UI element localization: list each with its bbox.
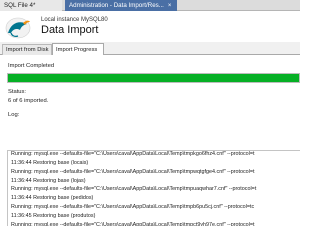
- tab-data-import[interactable]: Administration - Data Import/Res... ×: [65, 0, 177, 11]
- tab-import-from-disk[interactable]: Import from Disk: [2, 44, 52, 55]
- tab-data-import-label: Administration - Data Import/Res...: [69, 2, 164, 9]
- instance-name: Local instance MySQL80: [41, 17, 108, 23]
- log-line: 11:36:44 Restoring base (lojas): [11, 177, 86, 184]
- import-progress-bar: [7, 73, 300, 83]
- mysql-dolphin-icon: [5, 17, 31, 39]
- import-subtabs: Import from Disk Import Progress: [0, 42, 300, 56]
- document-tab-strip: SQL File 4* Administration - Data Import…: [0, 0, 300, 11]
- log-label: Log:: [8, 112, 20, 118]
- status-label: Status:: [8, 89, 27, 95]
- progress-bar-fill: [8, 74, 299, 82]
- log-line: 11:36:44 Restoring base (locais): [11, 160, 89, 166]
- page-title: Data Import: [41, 24, 99, 36]
- log-line: Running: mysql.exe --defaults-file="C:\U…: [11, 221, 255, 226]
- log-line: 11:36:45 Restoring base (produtos): [11, 212, 96, 219]
- progress-label: Import Completed: [8, 63, 55, 69]
- status-text: 6 of 6 imported.: [8, 98, 49, 104]
- log-line: Running: mysql.exe --defaults-file="C:\U…: [11, 186, 257, 193]
- log-line: 11:36:44 Restoring base (pedidos): [11, 195, 94, 202]
- log-line: Running: mysql.exe --defaults-file="C:\U…: [11, 151, 255, 158]
- log-output[interactable]: 11:36:43 Restoring base (categorias)Runn…: [7, 150, 300, 226]
- close-icon[interactable]: ×: [168, 3, 172, 9]
- tab-sql-file-label: SQL File 4*: [4, 2, 36, 9]
- tab-sql-file[interactable]: SQL File 4*: [0, 0, 62, 11]
- log-line: Running: mysql.exe --defaults-file="C:\U…: [11, 168, 255, 175]
- log-line: Running: mysql.exe --defaults-file="C:\U…: [11, 204, 255, 210]
